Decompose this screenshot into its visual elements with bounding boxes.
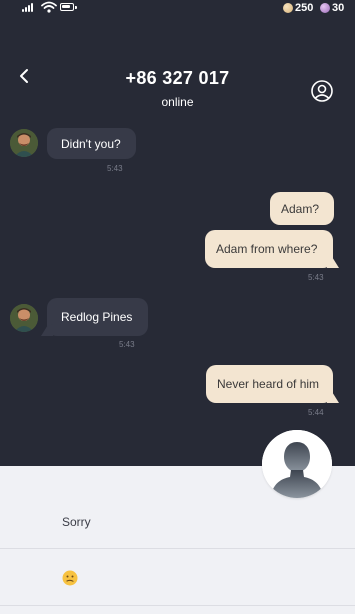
message-timestamp: 5:43 — [107, 164, 123, 173]
outgoing-message[interactable]: Adam from where? — [205, 230, 333, 268]
outgoing-message[interactable]: Adam? — [270, 192, 334, 225]
message-list[interactable]: Didn't you? 5:43 Adam? Adam from where? … — [0, 0, 355, 466]
contact-avatar[interactable] — [10, 129, 38, 157]
contact-avatar-image — [10, 304, 38, 332]
reply-option-text: Sorry — [62, 515, 91, 529]
outgoing-message[interactable]: Never heard of him — [206, 365, 333, 403]
default-user-silhouette-icon — [262, 430, 332, 498]
contact-avatar[interactable] — [10, 304, 38, 332]
contact-avatar-image — [10, 129, 38, 157]
incoming-message[interactable]: Redlog Pines — [47, 298, 148, 336]
message-timestamp: 5:43 — [119, 340, 135, 349]
message-text: Adam from where? — [216, 242, 318, 256]
message-text: Didn't you? — [61, 136, 121, 151]
message-text: Redlog Pines — [61, 310, 133, 324]
incoming-message[interactable]: Didn't you? — [47, 128, 136, 159]
message-text: Adam? — [281, 201, 320, 216]
divider — [0, 605, 355, 606]
message-timestamp: 5:44 — [308, 408, 324, 417]
reply-option[interactable] — [0, 549, 355, 604]
message-text: Never heard of him — [217, 377, 320, 391]
message-timestamp: 5:43 — [308, 273, 324, 282]
confused-face-emoji — [62, 570, 78, 586]
player-avatar[interactable] — [262, 430, 332, 498]
